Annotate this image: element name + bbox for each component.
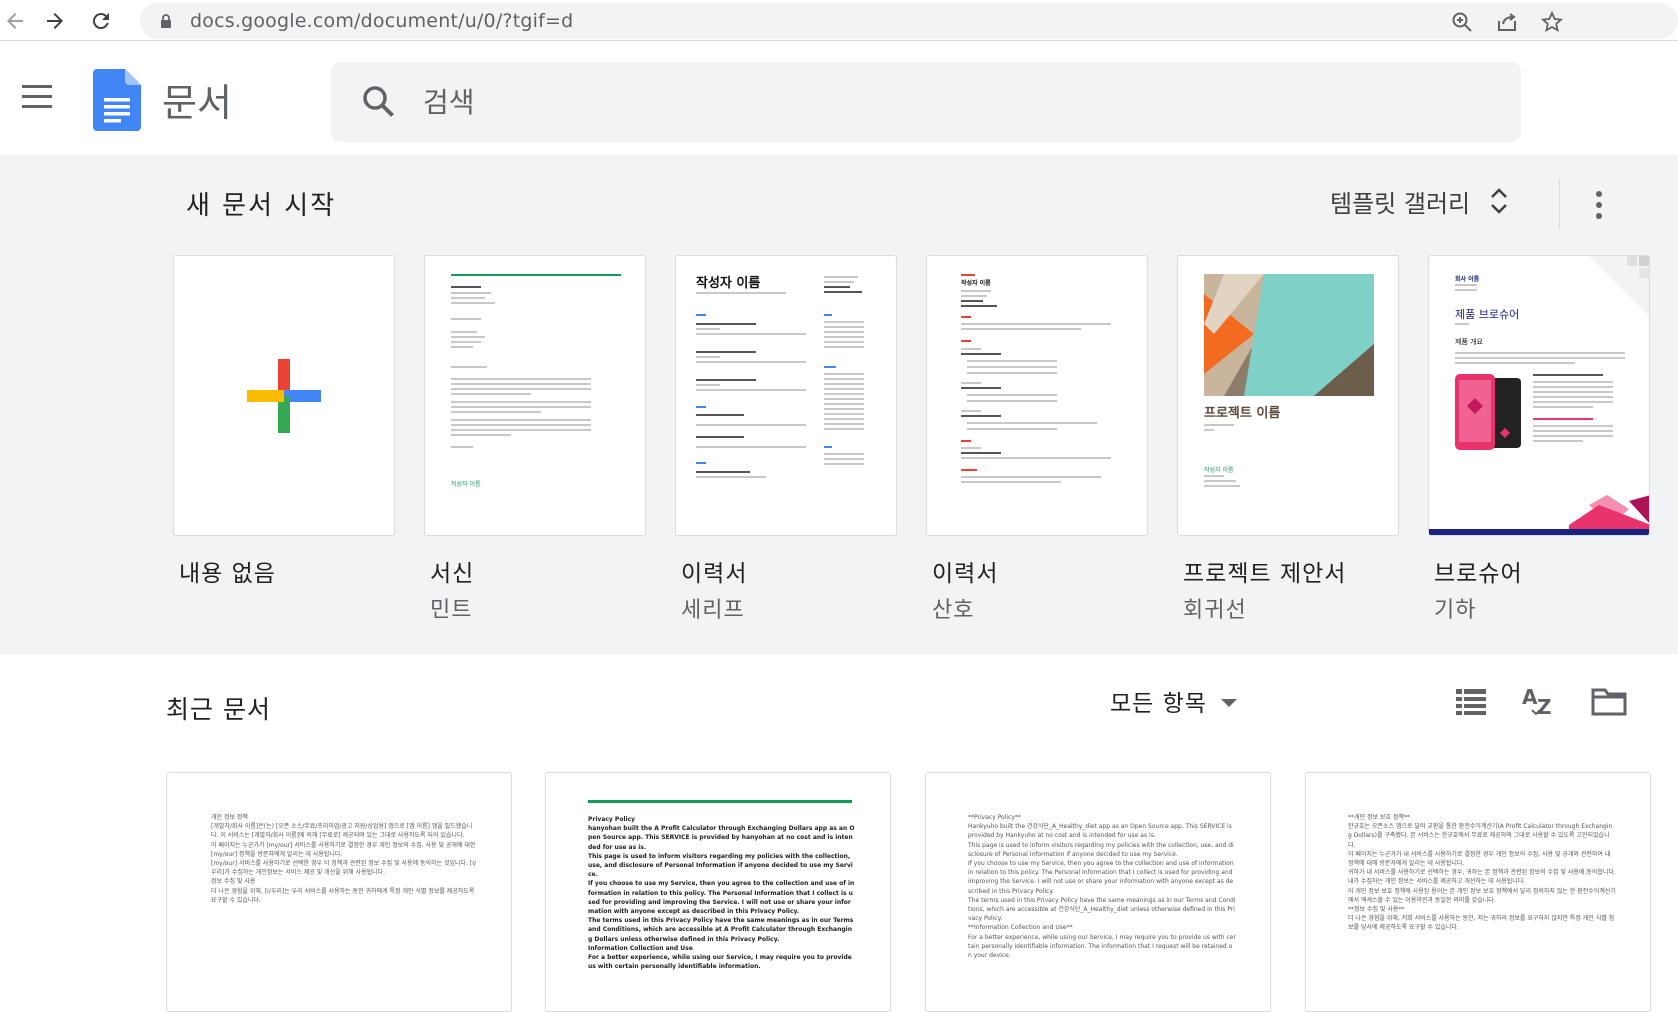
template-gallery-button[interactable]: 템플릿 갤러리 <box>1330 181 1510 221</box>
document-preview: **Privacy Policy** Hankyuho built the 건강… <box>968 814 1236 960</box>
docs-logo-icon[interactable] <box>93 69 141 131</box>
resume-name: 작성자 이름 <box>961 280 991 287</box>
template-subtitle: 산호 <box>932 598 975 623</box>
template-thumbnail[interactable] <box>173 255 395 536</box>
document-preview: 개인 정보 정책 [개발자/회사 이름]은(는) [오픈 소스/무료/프리미엄/… <box>211 814 477 904</box>
search-bar[interactable] <box>331 62 1521 142</box>
template-name: 프로젝트 제안서 <box>1183 561 1347 587</box>
template-thumbnail[interactable]: 작성자 이름 <box>926 255 1148 536</box>
menu-icon[interactable] <box>18 79 58 115</box>
template-resume-coral[interactable]: 작성자 이름 이력서 산호 <box>926 255 1148 624</box>
svg-text:Z: Z <box>1537 695 1552 719</box>
template-name: 이력서 <box>681 561 748 587</box>
recent-document-card[interactable]: **개인 정보 보호 정책** 한규호는 오픈소스 앱으로 달러 교환을 통한 … <box>1305 772 1651 1012</box>
template-subtitle: 회귀선 <box>1183 598 1247 623</box>
recent-document-card[interactable]: 개인 정보 정책 [개발자/회사 이름]은(는) [오픈 소스/무료/프리미엄/… <box>166 772 512 1012</box>
docs-header: 문서 <box>0 41 1678 155</box>
resume-name: 작성자 이름 <box>696 276 761 291</box>
template-resume-serif[interactable]: 작성자 이름 이력서 세리프 <box>675 255 897 624</box>
back-arrow-icon[interactable] <box>0 6 30 36</box>
list-view-icon[interactable] <box>1452 682 1490 720</box>
document-preview: **개인 정보 보호 정책** 한규호는 오픈소스 앱으로 달러 교환을 통한 … <box>1348 814 1616 932</box>
divider <box>1559 179 1560 229</box>
template-thumbnail[interactable]: 프로젝트 이름 작성자 이름 <box>1177 255 1399 536</box>
proposal-title: 프로젝트 이름 <box>1204 406 1281 421</box>
recent-documents-section: 최근 문서 모든 항목 A Z 개인 정보 정책 [개발자/회사 이름]은(는)… <box>0 654 1678 1012</box>
plus-icon <box>247 359 321 433</box>
template-subtitle: 민트 <box>430 598 473 623</box>
accent-line <box>588 800 852 803</box>
brochure-title: 제품 브로슈어 <box>1455 308 1520 321</box>
share-icon[interactable] <box>1495 10 1519 34</box>
template-subtitle: 기하 <box>1434 598 1477 623</box>
template-name: 서신 <box>430 561 475 587</box>
dropdown-arrow-icon <box>1220 698 1237 707</box>
search-input[interactable] <box>423 78 1423 126</box>
reload-icon[interactable] <box>86 6 116 36</box>
template-letter-mint[interactable]: 작성자 이름 서신 민트 <box>424 255 646 624</box>
cover-art <box>1204 274 1374 396</box>
browser-toolbar: docs.google.com/document/u/0/?tgif=d <box>0 0 1678 41</box>
forward-arrow-icon[interactable] <box>40 6 70 36</box>
recent-title: 최근 문서 <box>166 695 271 724</box>
folder-icon[interactable] <box>1590 682 1628 720</box>
section-title: 새 문서 시작 <box>186 191 337 221</box>
template-brochure[interactable]: 회사 이름 제품 브로슈어 제품 개요 브로슈어 기하 <box>1428 255 1650 624</box>
address-bar[interactable]: docs.google.com/document/u/0/?tgif=d <box>140 3 1678 39</box>
more-options-icon[interactable] <box>1584 188 1614 222</box>
app-title[interactable]: 문서 <box>162 72 232 127</box>
template-gallery-label: 템플릿 갤러리 <box>1330 189 1471 218</box>
owner-filter-dropdown[interactable]: 모든 항목 <box>1110 684 1237 718</box>
brochure-company: 회사 이름 <box>1455 276 1480 283</box>
sort-az-icon[interactable]: A Z <box>1520 682 1558 720</box>
template-thumbnail[interactable]: 작성자 이름 <box>675 255 897 536</box>
recent-document-card[interactable]: Privacy Policy hanyohan built the A Prof… <box>545 772 891 1012</box>
corner-pattern <box>1589 256 1649 316</box>
svg-text:A: A <box>1522 685 1538 709</box>
accent-line <box>451 274 621 276</box>
document-preview: Privacy Policy hanyohan built the A Prof… <box>588 816 855 971</box>
owner-filter-label: 모든 항목 <box>1110 691 1207 717</box>
template-blank[interactable]: 내용 없음 <box>173 255 395 588</box>
signoff-text: 작성자 이름 <box>451 481 481 488</box>
template-section: 새 문서 시작 템플릿 갤러리 내용 없음 작성자 이름 서신 민트 작성자 이… <box>0 155 1678 654</box>
template-thumbnail[interactable]: 회사 이름 제품 브로슈어 제품 개요 <box>1428 255 1650 536</box>
template-subtitle: 세리프 <box>681 598 745 623</box>
recent-document-card[interactable]: **Privacy Policy** Hankyuho built the 건강… <box>925 772 1271 1012</box>
template-project-proposal[interactable]: 프로젝트 이름 작성자 이름 프로젝트 제안서 회귀선 <box>1177 255 1399 624</box>
zoom-icon[interactable] <box>1450 10 1474 34</box>
search-icon[interactable] <box>361 84 397 120</box>
unfold-icon <box>1491 188 1507 214</box>
brochure-footer <box>1429 495 1649 535</box>
star-icon[interactable] <box>1540 10 1564 34</box>
lock-icon[interactable] <box>158 13 174 29</box>
template-name: 이력서 <box>932 561 999 587</box>
template-name: 내용 없음 <box>179 561 276 587</box>
url-text[interactable]: docs.google.com/document/u/0/?tgif=d <box>190 10 573 32</box>
brochure-overview: 제품 개요 <box>1455 338 1483 346</box>
proposal-author: 작성자 이름 <box>1204 467 1234 474</box>
template-name: 브로슈어 <box>1434 561 1523 587</box>
template-thumbnail[interactable]: 작성자 이름 <box>424 255 646 536</box>
phone-image <box>1455 374 1521 450</box>
